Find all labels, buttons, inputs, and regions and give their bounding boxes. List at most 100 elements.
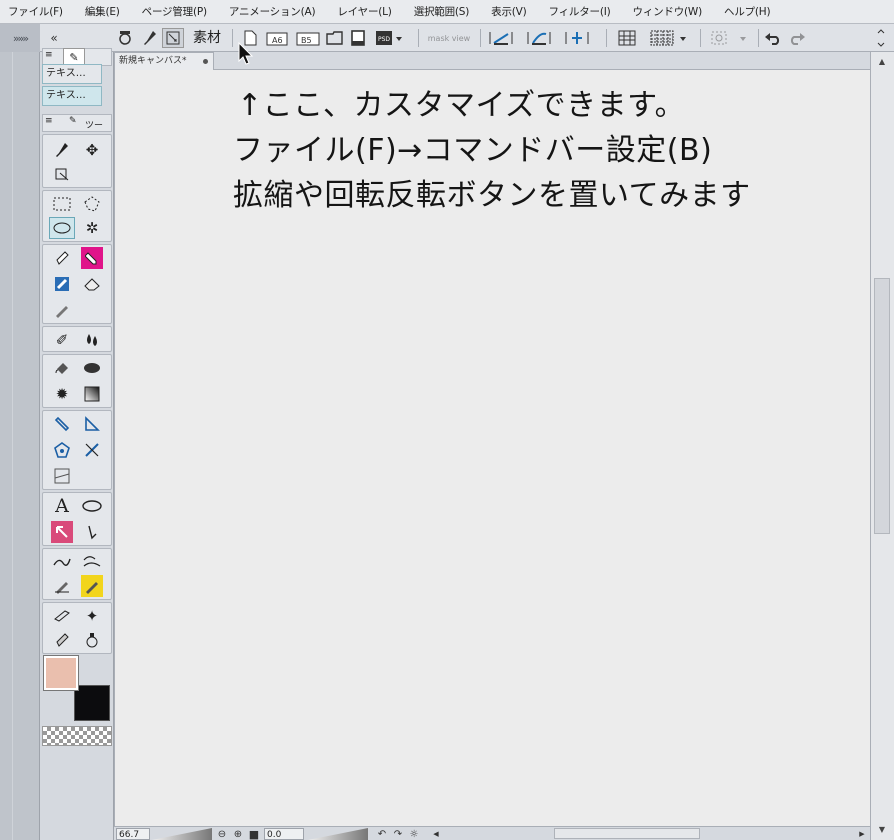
menu-window[interactable]: ウィンドウ(W)	[633, 4, 703, 19]
mask-view-button[interactable]: mask view	[424, 28, 474, 48]
vector-edit-icon[interactable]	[81, 551, 103, 573]
eyedropper-tool-icon[interactable]	[51, 139, 73, 161]
vertical-scroll-thumb[interactable]	[874, 278, 890, 534]
menu-page[interactable]: ページ管理(P)	[142, 4, 207, 19]
undo-icon[interactable]	[762, 28, 784, 48]
balloon-tool-icon[interactable]	[81, 495, 103, 517]
document-tab[interactable]: 新規キャンバス*	[114, 52, 214, 70]
lasso-select-icon[interactable]	[81, 193, 103, 215]
vertical-scrollbar[interactable]: ▲ ▼	[870, 52, 894, 840]
transform-icon[interactable]	[706, 28, 754, 48]
panel-collapse-grip[interactable]: »»»	[0, 24, 40, 52]
stamp-icon[interactable]	[51, 629, 73, 651]
pencil-tool-icon[interactable]	[81, 247, 103, 269]
eyedropper-icon[interactable]	[140, 28, 160, 48]
snap-to-grid-icon[interactable]	[562, 28, 592, 48]
operation-tool-icon[interactable]	[51, 163, 73, 185]
menu-file[interactable]: ファイル(F)	[8, 4, 63, 19]
ink-splash-icon[interactable]: ✹	[51, 383, 73, 405]
main-drawing-color[interactable]	[43, 655, 79, 691]
menu-animation[interactable]: アニメーション(A)	[229, 4, 316, 19]
bulb-icon[interactable]	[81, 629, 103, 651]
fill-tool-icon[interactable]	[51, 357, 73, 379]
move-tool-icon[interactable]: ✥	[81, 139, 103, 161]
panel-menu-icon[interactable]: ≡	[45, 50, 53, 60]
canvas[interactable]: ↑ここ、カスタマイズできます。 ファイル(F)→コマンドバー設定(B) 拡縮や回…	[114, 70, 870, 826]
brush-tool-icon[interactable]	[51, 273, 73, 295]
tool-group-figure	[42, 410, 112, 490]
ruler-range-icon[interactable]	[648, 28, 692, 48]
correct-line-icon[interactable]	[51, 521, 73, 543]
sparkle-icon[interactable]: ✦	[81, 605, 103, 627]
eraser-tool-icon[interactable]	[81, 273, 103, 295]
collapse-arrow-icon[interactable]: «	[44, 28, 64, 48]
rotate-right-icon[interactable]: ↷	[392, 828, 404, 840]
tool-group-misc: ✦	[42, 602, 112, 654]
rotation-field[interactable]: 0.0	[264, 828, 304, 840]
rotate-left-icon[interactable]: ↶	[376, 828, 388, 840]
scroll-down-icon[interactable]: ▼	[874, 822, 890, 836]
pen-tab-icon[interactable]: ✎	[69, 116, 77, 126]
menu-layer[interactable]: レイヤー(L)	[337, 4, 392, 19]
line-width-icon[interactable]	[51, 551, 73, 573]
zoom-out-icon[interactable]: ⊖	[216, 828, 228, 840]
redraw-vector-icon[interactable]	[81, 575, 103, 597]
zoom-field[interactable]: 66.7	[116, 828, 150, 840]
ellipse-select-icon[interactable]	[49, 217, 75, 239]
airbrush-tool-icon[interactable]	[51, 299, 73, 321]
snap-to-special-ruler-icon[interactable]	[524, 28, 554, 48]
scroll-right-icon[interactable]: ▶	[856, 828, 868, 840]
transparent-color[interactable]	[42, 726, 112, 746]
blob-tool-icon[interactable]	[81, 357, 103, 379]
zoom-slider[interactable]	[152, 828, 212, 840]
open-folder-icon[interactable]	[324, 28, 346, 48]
pen-tool-icon[interactable]	[51, 247, 73, 269]
fit-window-icon[interactable]: ■	[248, 828, 260, 840]
new-page-a6-icon[interactable]: A6	[264, 28, 290, 48]
canvas-note-line3: 拡縮や回転反転ボタンを置いてみます	[233, 178, 751, 213]
snap-to-ruler-icon[interactable]	[486, 28, 516, 48]
zoom-in-icon[interactable]: ⊕	[232, 828, 244, 840]
redo-icon[interactable]	[786, 28, 808, 48]
save-icon[interactable]	[348, 28, 368, 48]
gear-clock-icon[interactable]	[114, 28, 136, 48]
decoration-tool-icon[interactable]: ✐	[51, 329, 73, 351]
export-psd-icon[interactable]: PSD	[374, 28, 404, 48]
scroll-left-icon[interactable]: ◀	[430, 828, 442, 840]
horizontal-scroll-thumb[interactable]	[554, 828, 700, 839]
vector-eraser-icon[interactable]	[51, 575, 73, 597]
text-tool-icon[interactable]: A	[51, 495, 73, 517]
menu-help[interactable]: ヘルプ(H)	[724, 4, 771, 19]
liquify-icon[interactable]	[51, 605, 73, 627]
scroll-up-icon[interactable]: ▲	[874, 54, 890, 68]
blend-tool-icon[interactable]	[81, 329, 103, 351]
gradient-tool-icon[interactable]	[81, 383, 103, 405]
select-layer-icon[interactable]	[162, 28, 184, 48]
tool-panel: ≡ ✎ テキス… テキス… ≡ ✎ ツール ✥ ✲	[40, 48, 150, 840]
tool-group-drawing	[42, 244, 112, 324]
magic-wand-icon[interactable]: ✲	[81, 217, 103, 239]
frame-divide-icon[interactable]	[51, 465, 73, 487]
figure-line-icon[interactable]	[51, 413, 73, 435]
subtool-item-selected[interactable]: テキス…	[42, 86, 102, 106]
menu-edit[interactable]: 編集(E)	[85, 4, 120, 19]
menu-selection[interactable]: 選択範囲(S)	[414, 4, 470, 19]
ruler-tool-icon[interactable]	[81, 439, 103, 461]
close-dot-icon[interactable]	[203, 59, 208, 64]
reset-rotation-icon[interactable]: ☼	[408, 828, 420, 840]
menu-view[interactable]: 表示(V)	[491, 4, 527, 19]
new-page-b5-icon[interactable]: B5	[294, 28, 322, 48]
menu-filter[interactable]: フィルター(I)	[549, 4, 611, 19]
subtool-item[interactable]: テキス…	[42, 64, 102, 84]
rect-select-icon[interactable]	[51, 193, 73, 215]
svg-text:A6: A6	[272, 36, 283, 45]
grid-icon[interactable]	[614, 28, 640, 48]
toolbar-overflow-icon[interactable]	[872, 28, 890, 48]
polygon-tool-icon[interactable]	[51, 439, 73, 461]
material-button[interactable]: 素材	[193, 28, 221, 48]
panel-menu-icon[interactable]: ≡	[45, 116, 53, 126]
frame-border-icon[interactable]	[81, 413, 103, 435]
balloon-tail-icon[interactable]	[81, 521, 103, 543]
rotation-slider[interactable]	[308, 828, 368, 840]
sub-drawing-color[interactable]	[74, 685, 110, 721]
